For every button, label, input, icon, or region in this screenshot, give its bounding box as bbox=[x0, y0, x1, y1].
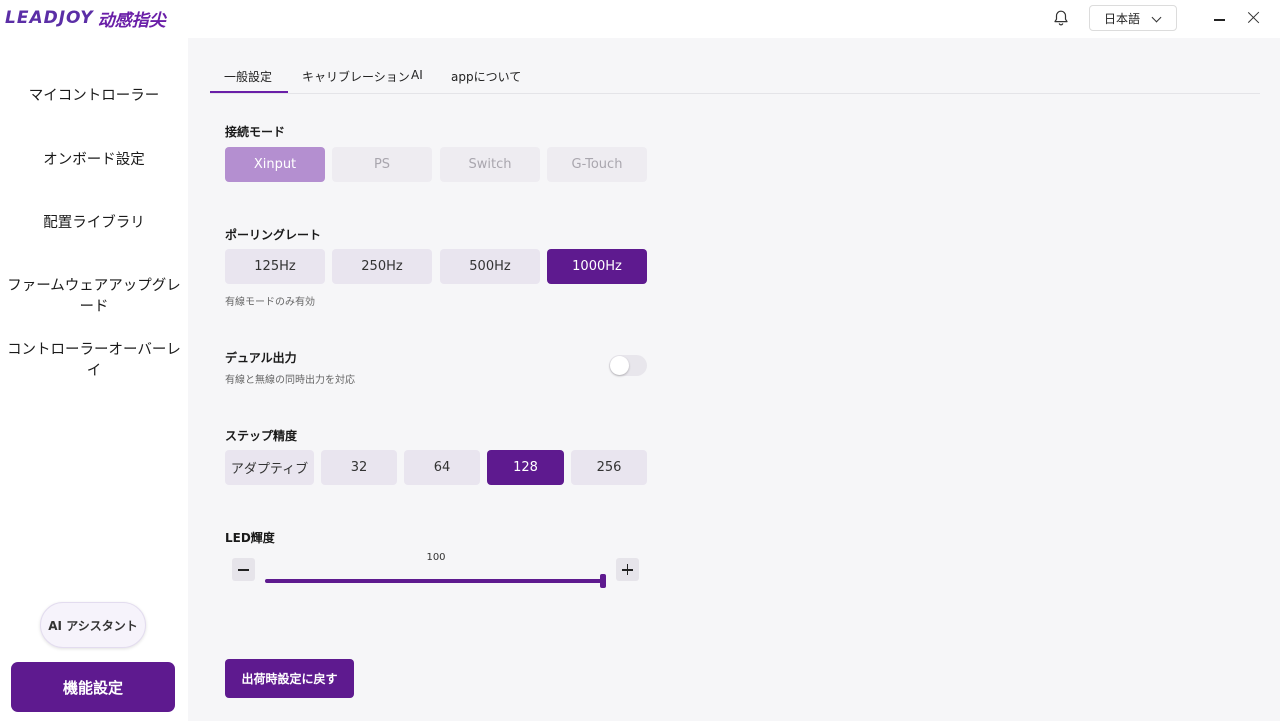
factory-reset-button[interactable]: 出荷時設定に戻す bbox=[225, 659, 354, 698]
tab-general-settings[interactable]: 一般設定 bbox=[224, 68, 272, 85]
polling-option-250hz[interactable]: 250Hz bbox=[332, 249, 432, 284]
precision-option-adaptive[interactable]: アダプティブ bbox=[225, 450, 314, 485]
sidebar-item-my-controller[interactable]: マイコントローラー bbox=[0, 84, 188, 105]
brightness-increase-button[interactable] bbox=[616, 558, 639, 581]
minus-icon bbox=[238, 569, 249, 571]
brightness-slider-thumb[interactable] bbox=[600, 574, 606, 588]
sidebar-item-firmware-upgrade[interactable]: ファームウェアアップグレード bbox=[0, 274, 188, 316]
plus-icon-vertical bbox=[626, 564, 629, 575]
mode-option-ps[interactable]: PS bbox=[332, 147, 432, 182]
brightness-decrease-button[interactable] bbox=[232, 558, 255, 581]
tab-about-app[interactable]: appについて bbox=[451, 68, 521, 85]
title-bar: LEADJOY 动感指尖 日本語 bbox=[0, 0, 1280, 38]
sidebar-item-layout-library[interactable]: 配置ライブラリ bbox=[0, 211, 188, 232]
precision-option-32[interactable]: 32 bbox=[321, 450, 397, 485]
mode-option-switch[interactable]: Switch bbox=[440, 147, 540, 182]
minimize-icon[interactable] bbox=[1214, 19, 1225, 21]
tab-calibration[interactable]: キャリブレーション bbox=[302, 68, 410, 85]
precision-option-128[interactable]: 128 bbox=[487, 450, 564, 485]
polling-option-500hz[interactable]: 500Hz bbox=[440, 249, 540, 284]
connection-mode-label: 接続モード bbox=[225, 125, 286, 139]
precision-option-256[interactable]: 256 bbox=[571, 450, 647, 485]
brightness-slider-track[interactable] bbox=[265, 579, 605, 583]
precision-option-64[interactable]: 64 bbox=[404, 450, 480, 485]
app-logo: LEADJOY 动感指尖 bbox=[5, 7, 166, 31]
mode-option-g-touch[interactable]: G-Touch bbox=[547, 147, 647, 182]
polling-option-125hz[interactable]: 125Hz bbox=[225, 249, 325, 284]
language-select[interactable]: 日本語 bbox=[1089, 5, 1177, 31]
language-value: 日本語 bbox=[1104, 11, 1141, 26]
polling-option-1000hz[interactable]: 1000Hz bbox=[547, 249, 647, 284]
main-panel: 一般設定 キャリブレーション AI appについて 接続モード Xinput P… bbox=[188, 38, 1280, 721]
dual-output-description: 有線と無線の同時出力を対応 bbox=[225, 375, 355, 386]
tab-bar: 一般設定 キャリブレーション AI appについて bbox=[210, 66, 1260, 94]
dual-output-label: デュアル出力 bbox=[225, 351, 297, 365]
logo-cn-text: 动感指尖 bbox=[97, 10, 166, 31]
step-precision-label: ステップ精度 bbox=[225, 429, 298, 443]
polling-rate-label: ポーリングレート bbox=[225, 228, 322, 242]
tab-ai[interactable]: AI bbox=[411, 68, 423, 82]
toggle-knob bbox=[610, 356, 629, 375]
active-tab-indicator bbox=[210, 91, 288, 93]
sidebar: マイコントローラー オンボード設定 配置ライブラリ ファームウェアアップグレード… bbox=[0, 38, 188, 721]
close-icon[interactable] bbox=[1248, 11, 1260, 23]
polling-rate-note: 有線モードのみ有効 bbox=[225, 297, 315, 308]
logo-text: LEADJOY bbox=[5, 8, 94, 28]
sidebar-item-onboard-settings[interactable]: オンボード設定 bbox=[0, 148, 188, 169]
mode-option-xinput[interactable]: Xinput bbox=[225, 147, 325, 182]
sidebar-item-controller-overlay[interactable]: コントローラーオーバーレイ bbox=[0, 338, 188, 380]
chevron-down-icon bbox=[1151, 12, 1162, 23]
brightness-value: 100 bbox=[426, 552, 446, 563]
ai-assistant-button[interactable]: AI アシスタント bbox=[40, 602, 146, 648]
feature-settings-button[interactable]: 機能設定 bbox=[11, 662, 175, 712]
dual-output-toggle[interactable] bbox=[609, 355, 647, 376]
led-brightness-label: LED輝度 bbox=[225, 531, 275, 545]
bell-icon[interactable] bbox=[1052, 9, 1070, 27]
